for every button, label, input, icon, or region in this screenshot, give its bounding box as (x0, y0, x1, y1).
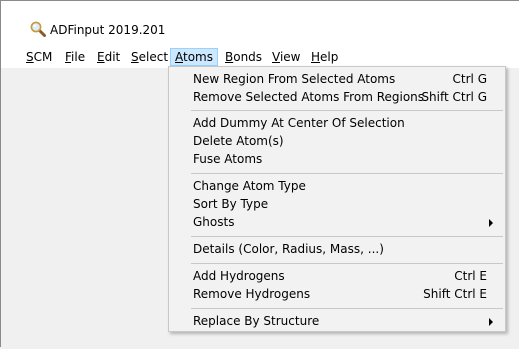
menu-help-label: elp (320, 50, 339, 64)
menu-item-shortcut: Shift Ctrl E (423, 287, 487, 301)
menu-item-remove-hydrogens[interactable]: Remove Hydrogens Shift Ctrl E (171, 285, 503, 303)
menu-item-label: Add Dummy At Center Of Selection (193, 116, 405, 130)
menu-view-label: iew (279, 50, 301, 64)
menu-view-mnemonic: V (272, 50, 280, 64)
menu-item-shortcut: Shift Ctrl G (421, 90, 487, 104)
menu-atoms-label: toms (183, 50, 213, 64)
menu-scm-mnemonic: S (26, 50, 34, 64)
menu-item-label: Sort By Type (193, 197, 269, 211)
menu-item-details[interactable]: Details (Color, Radius, Mass, ...) (171, 240, 503, 258)
menu-item-label: Change Atom Type (193, 179, 306, 193)
menu-item-delete-atoms[interactable]: Delete Atom(s) (171, 132, 503, 150)
window-title: ADFinput 2019.201 (50, 23, 166, 37)
menu-select-mnemonic: S (131, 50, 139, 64)
menu-item-fuse-atoms[interactable]: Fuse Atoms (171, 150, 503, 168)
menu-item-ghosts[interactable]: Ghosts (171, 213, 503, 231)
menu-atoms-mnemonic: A (175, 50, 183, 64)
menu-edit-mnemonic: E (97, 50, 105, 64)
menu-scm[interactable]: SCM (22, 48, 56, 66)
menu-item-label: New Region From Selected Atoms (193, 72, 396, 86)
menu-separator (191, 263, 503, 264)
menu-item-shortcut: Ctrl E (454, 269, 487, 283)
menu-item-label: Fuse Atoms (193, 152, 263, 166)
menu-edit[interactable]: Edit (93, 48, 124, 66)
menu-file-label: ile (71, 50, 86, 64)
atoms-menu-dropdown: New Region From Selected Atoms Ctrl G Re… (168, 66, 506, 332)
menu-item-add-hydrogens[interactable]: Add Hydrogens Ctrl E (171, 267, 503, 285)
title-bar: ADFinput 2019.201 (1, 1, 519, 46)
menu-separator (191, 173, 503, 174)
menu-file[interactable]: File (61, 48, 89, 66)
menu-bonds[interactable]: Bonds (221, 48, 266, 66)
menu-bonds-label: onds (233, 50, 263, 64)
menu-item-shortcut: Ctrl G (452, 72, 487, 86)
menu-help-mnemonic: H (311, 50, 321, 64)
menu-item-change-atom-type[interactable]: Change Atom Type (171, 177, 503, 195)
menu-separator (191, 308, 503, 309)
menu-separator (191, 110, 503, 111)
menu-view[interactable]: View (268, 48, 304, 66)
menu-item-replace-by-structure[interactable]: Replace By Structure (171, 312, 503, 330)
menu-item-label: Remove Hydrogens (193, 287, 311, 301)
submenu-arrow-icon (489, 318, 493, 326)
menu-separator (191, 236, 503, 237)
menu-item-new-region[interactable]: New Region From Selected Atoms Ctrl G (171, 70, 503, 88)
menu-item-remove-from-regions[interactable]: Remove Selected Atoms From Regions Shift… (171, 88, 503, 106)
menu-item-add-dummy[interactable]: Add Dummy At Center Of Selection (171, 114, 503, 132)
menu-help[interactable]: Help (307, 48, 342, 66)
menu-edit-label: dit (104, 50, 121, 64)
menu-item-label: Delete Atom(s) (193, 134, 284, 148)
menu-bar: SCM File Edit Select Atoms Bonds View He… (1, 46, 519, 68)
menu-item-label: Ghosts (193, 215, 235, 229)
menu-bonds-mnemonic: B (225, 50, 234, 64)
menu-item-label: Remove Selected Atoms From Regions (193, 90, 425, 104)
submenu-arrow-icon (489, 219, 493, 227)
menu-select[interactable]: Select (127, 48, 172, 66)
menu-item-label: Add Hydrogens (193, 269, 285, 283)
menu-scm-label: CM (33, 50, 53, 64)
menu-select-label: elect (138, 50, 169, 64)
menu-item-label: Replace By Structure (193, 314, 320, 328)
menu-atoms[interactable]: Atoms (170, 48, 218, 66)
magnifier-icon (30, 21, 46, 37)
menu-item-sort-by-type[interactable]: Sort By Type (171, 195, 503, 213)
menu-item-label: Details (Color, Radius, Mass, ...) (193, 242, 384, 256)
